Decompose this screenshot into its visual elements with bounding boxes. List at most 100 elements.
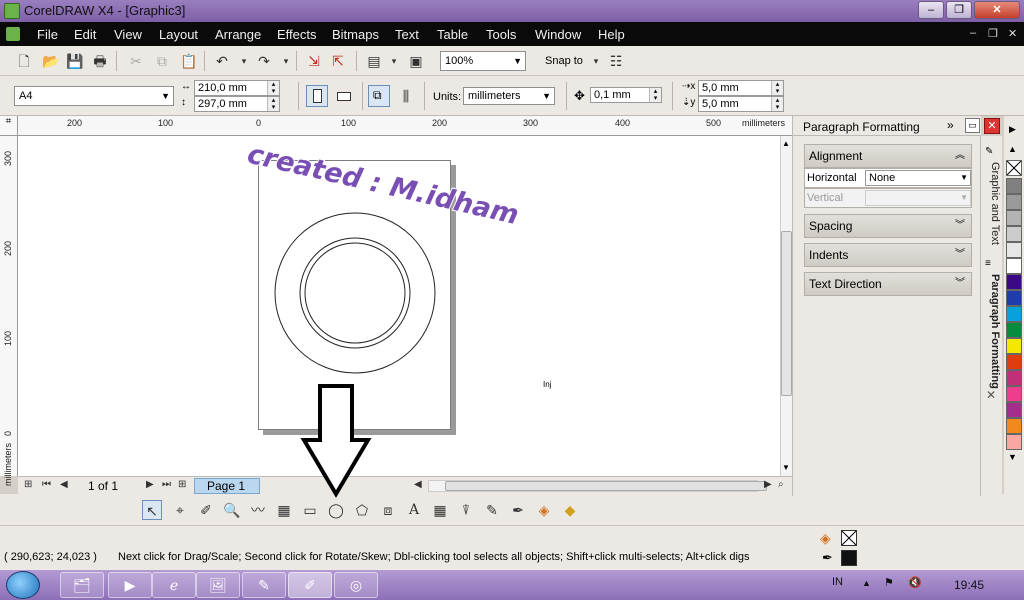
horizontal-scroll-thumb[interactable] (445, 481, 767, 491)
all-pages-button[interactable]: ⧉ (368, 85, 390, 107)
clock-time[interactable]: 19:45 (954, 578, 984, 592)
menu-arrange[interactable]: Arrange (215, 27, 261, 42)
text-tool-icon[interactable]: A (404, 500, 424, 520)
menu-text[interactable]: Text (395, 27, 419, 42)
vertical-ruler[interactable]: 300 200 100 0 millimeters (0, 136, 18, 486)
copy-icon[interactable]: ⧉ (154, 53, 170, 69)
launcher-dropdown-icon[interactable]: ▾ (386, 53, 402, 69)
rectangle-tool-icon[interactable]: ▭ (300, 500, 320, 520)
options-icon[interactable]: ☷ (608, 53, 624, 69)
save-icon[interactable]: 💾 (66, 53, 83, 69)
welcome-screen-icon[interactable]: ▣ (408, 53, 424, 69)
redo-icon[interactable]: ↷ (256, 53, 272, 69)
smart-fill-tool-icon[interactable]: ▦ (274, 500, 294, 520)
middle-circle-shape[interactable] (299, 237, 411, 349)
spinner-icon[interactable]: ▴ ▾ (771, 97, 783, 111)
table-tool-icon[interactable]: ▦ (430, 500, 450, 520)
palette-swatch[interactable] (1006, 386, 1022, 402)
vertical-alignment-select[interactable]: ▼ (865, 190, 971, 206)
palette-swatch[interactable] (1006, 226, 1022, 242)
paste-icon[interactable]: 📋 (180, 53, 197, 69)
canvas-text-object[interactable]: Inj (543, 380, 551, 389)
scroll-right-arrow-icon[interactable]: ▶ (764, 479, 772, 490)
spinner-icon[interactable]: ▴ ▾ (267, 97, 279, 111)
taskbar-app-button[interactable]: ✎ (242, 572, 286, 598)
palette-down-arrow-icon[interactable]: ▼ (1008, 452, 1017, 462)
taskbar-media-player-button[interactable]: ▶ (108, 572, 152, 598)
ruler-origin-corner[interactable]: ⌗ (0, 116, 18, 136)
doc-restore-button[interactable]: ❐ (988, 27, 998, 40)
page-width-field[interactable]: 210,0 mm ▴ ▾ (194, 80, 280, 96)
indents-section-header[interactable]: Indents ︾ (804, 243, 972, 267)
crop-tool-icon[interactable]: ✐ (196, 500, 216, 520)
add-page-before-icon[interactable]: ⊞ (24, 479, 32, 490)
document-icon[interactable] (6, 27, 20, 41)
undo-icon[interactable]: ↶ (214, 53, 230, 69)
inner-circle-shape[interactable] (304, 242, 406, 344)
polygon-tool-icon[interactable]: ⬠ (352, 500, 372, 520)
shape-tool-icon[interactable]: ⌖ (170, 500, 190, 520)
spinner-icon[interactable]: ▴ ▾ (649, 88, 661, 102)
taskbar-internet-explorer-button[interactable]: ℯ (152, 572, 196, 598)
page-height-field[interactable]: 297,0 mm ▴ ▾ (194, 96, 280, 112)
palette-swatch[interactable] (1006, 402, 1022, 418)
fill-tool-icon[interactable]: ◈ (534, 500, 554, 520)
last-page-icon[interactable]: ⏭ (162, 479, 171, 490)
units-combo[interactable]: millimeters ▼ (463, 87, 555, 105)
next-page-icon[interactable]: ▶ (146, 479, 154, 490)
palette-swatch[interactable] (1006, 354, 1022, 370)
menu-table[interactable]: Table (437, 27, 468, 42)
vertical-scroll-thumb[interactable] (781, 231, 792, 396)
scroll-down-arrow-icon[interactable]: ▼ (782, 463, 790, 472)
undo-dropdown-icon[interactable]: ▾ (236, 53, 252, 69)
horizontal-alignment-select[interactable]: None ▼ (865, 170, 971, 186)
vertical-scrollbar[interactable]: ▲ ▼ (780, 136, 792, 476)
menu-edit[interactable]: Edit (74, 27, 96, 42)
navigator-icon[interactable]: ⌕ (778, 479, 784, 490)
cut-icon[interactable]: ✂ (128, 53, 144, 69)
minimize-button[interactable]: – (918, 1, 944, 19)
menu-view[interactable]: View (114, 27, 142, 42)
pick-tool-icon[interactable]: ↖ (142, 500, 162, 520)
palette-swatch[interactable] (1006, 242, 1022, 258)
outline-tool-icon[interactable]: ✒ (508, 500, 528, 520)
fill-color-swatch[interactable] (841, 530, 857, 546)
menu-bitmaps[interactable]: Bitmaps (332, 27, 379, 42)
current-page-icon[interactable]: ⫼ (398, 88, 414, 104)
doc-close-button[interactable]: ✕ (1008, 27, 1017, 40)
docker-minimize-icon[interactable]: ▭ (965, 118, 980, 133)
restore-button[interactable]: ❐ (946, 1, 972, 19)
import-icon[interactable]: ⇲ (306, 53, 322, 69)
ellipse-tool-icon[interactable]: ◯ (326, 500, 346, 520)
landscape-orientation-button[interactable] (332, 85, 354, 107)
doc-minimize-button[interactable]: – (970, 27, 976, 39)
menu-file[interactable]: File (37, 27, 58, 42)
spinner-icon[interactable]: ▴ ▾ (771, 81, 783, 95)
palette-up-arrow-icon[interactable]: ▲ (1008, 144, 1017, 154)
first-page-icon[interactable]: ⏮ (42, 479, 51, 490)
open-folder-icon[interactable]: 📂 (42, 53, 59, 69)
tray-chevron-up-icon[interactable]: ▲ (862, 578, 871, 588)
snap-to-button[interactable]: Snap to (545, 55, 583, 67)
spinner-icon[interactable]: ▴ ▾ (267, 81, 279, 95)
print-icon[interactable]: 🖶 (92, 53, 108, 69)
chevron-down-icon[interactable]: ︾ (955, 244, 965, 266)
close-button[interactable]: ✕ (974, 1, 1020, 19)
application-launcher-icon[interactable]: ▤ (366, 53, 382, 69)
palette-swatch[interactable] (1006, 322, 1022, 338)
palette-swatch[interactable] (1006, 178, 1022, 194)
text-direction-section-header[interactable]: Text Direction ︾ (804, 272, 972, 296)
taskbar-paint-button[interactable]: 🖼 (196, 572, 240, 598)
alignment-section-header[interactable]: Alignment ︽ (804, 144, 972, 168)
menu-layout[interactable]: Layout (159, 27, 198, 42)
spacing-section-header[interactable]: Spacing ︾ (804, 214, 972, 238)
portrait-orientation-button[interactable] (306, 85, 328, 107)
interactive-blend-tool-icon[interactable]: ⍒ (456, 500, 476, 520)
taskbar-explorer-button[interactable]: 🗂 (60, 572, 104, 598)
duplicate-y-field[interactable]: 5,0 mm ▴ ▾ (698, 96, 784, 112)
palette-swatch[interactable] (1006, 290, 1022, 306)
horizontal-scrollbar[interactable] (428, 480, 767, 492)
palette-swatch[interactable] (1006, 370, 1022, 386)
palette-scroll-up-icon[interactable]: ▶ (1009, 124, 1016, 135)
menu-help[interactable]: Help (598, 27, 625, 42)
